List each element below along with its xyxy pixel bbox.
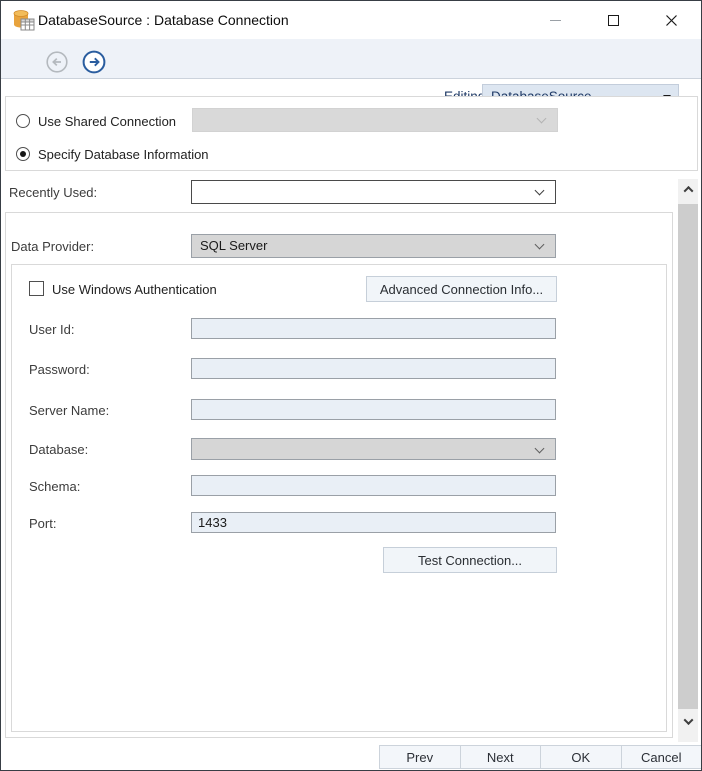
server-name-input[interactable]	[191, 399, 556, 420]
footer-button-bar: Prev Next OK Cancel	[379, 745, 702, 769]
close-icon	[665, 14, 678, 27]
scroll-down-button[interactable]	[678, 711, 698, 731]
schema-input[interactable]	[191, 475, 556, 496]
minimize-button[interactable]	[526, 2, 584, 38]
schema-label: Schema:	[29, 479, 80, 494]
maximize-icon	[608, 15, 619, 26]
prev-button[interactable]: Prev	[380, 746, 460, 768]
radio-specify-database-information[interactable]: Specify Database Information	[16, 145, 209, 163]
password-input[interactable]	[191, 358, 556, 379]
radio-selected-icon	[16, 147, 30, 161]
radio-icon	[16, 114, 30, 128]
navigation-toolbar: Editing: DatabaseSource	[1, 39, 701, 79]
ok-button[interactable]: OK	[540, 746, 621, 768]
port-input[interactable]	[191, 512, 556, 533]
database-dropdown[interactable]	[191, 438, 556, 460]
window-title: DatabaseSource : Database Connection	[38, 1, 289, 39]
forward-arrow-circle-icon[interactable]	[82, 50, 106, 74]
close-button[interactable]	[642, 2, 700, 38]
user-id-label: User Id:	[29, 322, 75, 337]
maximize-button[interactable]	[584, 2, 642, 38]
radio-label: Specify Database Information	[38, 147, 209, 162]
chevron-down-icon	[535, 186, 545, 196]
chevron-up-icon	[683, 185, 693, 195]
chevron-down-icon	[535, 240, 545, 250]
radio-label: Use Shared Connection	[38, 114, 176, 129]
server-name-label: Server Name:	[29, 403, 109, 418]
cancel-button[interactable]: Cancel	[621, 746, 702, 768]
title-bar: DatabaseSource : Database Connection	[1, 1, 701, 39]
minimize-icon	[550, 20, 561, 21]
next-button[interactable]: Next	[460, 746, 541, 768]
vertical-scrollbar[interactable]	[678, 179, 698, 742]
user-id-input[interactable]	[191, 318, 556, 339]
database-table-icon	[11, 9, 35, 31]
radio-use-shared-connection[interactable]: Use Shared Connection	[16, 112, 176, 130]
password-label: Password:	[29, 362, 90, 377]
recently-used-dropdown[interactable]	[191, 180, 556, 204]
port-label: Port:	[29, 516, 56, 531]
back-arrow-circle-icon[interactable]	[46, 51, 68, 73]
data-provider-dropdown[interactable]: SQL Server	[191, 234, 556, 258]
scrollbar-thumb[interactable]	[678, 204, 698, 709]
shared-connection-dropdown	[192, 108, 558, 132]
scroll-up-button[interactable]	[678, 179, 698, 199]
database-label: Database:	[29, 442, 88, 457]
advanced-connection-info-button[interactable]: Advanced Connection Info...	[366, 276, 557, 302]
recently-used-label: Recently Used:	[9, 185, 97, 200]
windows-auth-label: Use Windows Authentication	[52, 282, 217, 297]
dialog-database-connection: DatabaseSource : Database Connection Edi…	[0, 0, 702, 771]
connection-mode-panel: Use Shared Connection Specify Database I…	[5, 96, 698, 171]
chevron-down-icon	[537, 114, 547, 124]
test-connection-button[interactable]: Test Connection...	[383, 547, 557, 573]
chevron-down-icon	[683, 715, 693, 725]
data-provider-label: Data Provider:	[11, 239, 94, 254]
data-provider-value: SQL Server	[200, 238, 267, 253]
chevron-down-icon	[535, 444, 545, 454]
windows-auth-checkbox[interactable]	[29, 281, 44, 296]
